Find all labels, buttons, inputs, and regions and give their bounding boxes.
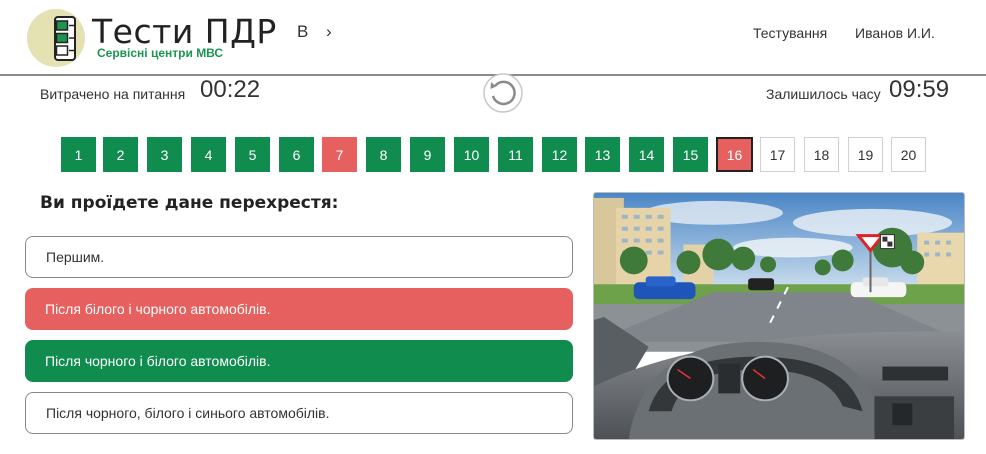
question-number-button[interactable]: 1	[61, 137, 96, 172]
question-text: Ви проїдете дане перехрестя:	[40, 193, 339, 213]
user-name-link[interactable]: Иванов И.И.	[855, 25, 935, 41]
question-number-button[interactable]: 12	[542, 137, 577, 172]
chevron-right-icon[interactable]: ›	[326, 22, 332, 42]
answer-option[interactable]: Першим.	[25, 236, 573, 278]
question-number-button[interactable]: 14	[629, 137, 664, 172]
question-number-button[interactable]: 20	[891, 137, 926, 172]
question-number-button[interactable]: 18	[804, 137, 839, 172]
question-number-button[interactable]: 9	[410, 137, 445, 172]
answer-option[interactable]: Після чорного, білого і синього автомобі…	[25, 392, 573, 434]
nav-category-b[interactable]: B	[297, 22, 308, 42]
nav-testing-link[interactable]: Тестування	[753, 25, 827, 41]
refresh-icon[interactable]	[482, 73, 524, 113]
remaining-time-value: 09:59	[889, 76, 950, 103]
answer-option-wrong[interactable]: Після білого і чорного автомобілів.	[25, 288, 573, 330]
question-number-button[interactable]: 2	[103, 137, 138, 172]
question-number-button[interactable]: 19	[848, 137, 883, 172]
answer-option-correct[interactable]: Після чорного і білого автомобілів.	[25, 340, 573, 382]
header: Тести ПДР Сервісні центри МВС B › Тестув…	[0, 0, 986, 76]
logo-icon[interactable]	[26, 8, 90, 68]
logo-subtitle: Сервісні центри МВС	[97, 46, 224, 60]
question-number-button[interactable]: 15	[673, 137, 708, 172]
question-number-button[interactable]: 17	[760, 137, 795, 172]
remaining-time-label: Залишилось часу	[766, 86, 881, 102]
question-number-button[interactable]: 4	[191, 137, 226, 172]
intersection-illustration	[593, 192, 965, 440]
question-number-button-current[interactable]: 16	[716, 137, 753, 172]
question-number-button[interactable]: 7	[322, 137, 357, 172]
question-number-button[interactable]: 11	[498, 137, 533, 172]
spent-time-value: 00:22	[200, 76, 261, 103]
question-number-button[interactable]: 5	[235, 137, 270, 172]
question-number-button[interactable]: 3	[147, 137, 182, 172]
spent-time-label: Витрачено на питання	[40, 86, 186, 102]
question-number-button[interactable]: 6	[279, 137, 314, 172]
question-number-button[interactable]: 13	[585, 137, 620, 172]
question-number-button[interactable]: 8	[366, 137, 401, 172]
question-number-button[interactable]: 10	[454, 137, 489, 172]
